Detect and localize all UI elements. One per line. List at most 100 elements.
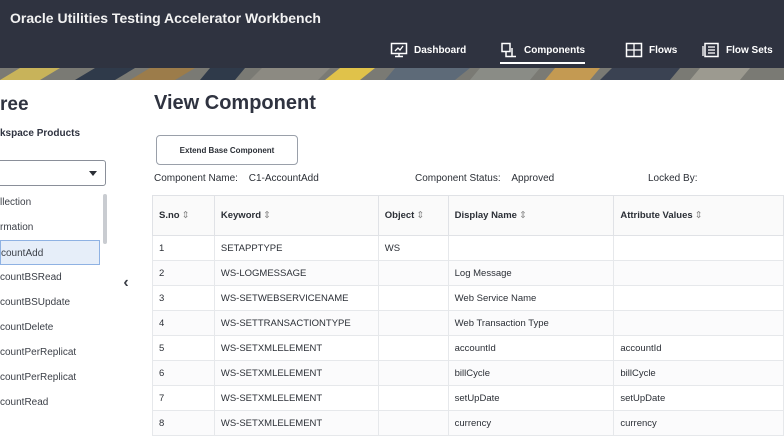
table-row[interactable]: 7 WS-SETXMLELEMENT setUpDate setUpDate [152, 385, 784, 411]
tree-item[interactable]: rmation [0, 215, 100, 240]
cell-attribute-values [613, 235, 784, 261]
tree-scrollbar[interactable] [103, 194, 107, 244]
sort-icon: ⇕ [181, 210, 190, 221]
cell-attribute-values: currency [613, 410, 784, 436]
app-title: Oracle Utilities Testing Accelerator Wor… [10, 10, 321, 26]
cell-object [377, 385, 449, 411]
component-name-field: Component Name: C1-AccountAdd [154, 173, 319, 184]
cell-sno: 5 [152, 335, 215, 361]
tree-list: llection rmation countAdd countBSRead co… [0, 190, 100, 415]
column-header-display-name[interactable]: Display Name ⇕ [447, 195, 615, 236]
table-row[interactable]: 3 WS-SETWEBSERVICENAME Web Service Name [152, 285, 784, 311]
component-name-value: C1-AccountAdd [248, 173, 319, 184]
table-row[interactable]: 2 WS-LOGMESSAGE Log Message [152, 260, 784, 286]
locked-by-field: Locked By: [648, 173, 697, 184]
component-status-value: Approved [511, 173, 555, 184]
column-header-keyword[interactable]: Keyword ⇕ [213, 195, 379, 236]
extend-base-component-button[interactable]: Extend Base Component [156, 135, 298, 165]
tree-item[interactable]: llection [0, 190, 100, 215]
nav-dashboard-label: Dashboard [414, 44, 467, 56]
component-steps-table: S.no ⇕ Keyword ⇕ Object ⇕ Display Name ⇕ Att… [152, 195, 784, 436]
cell-sno: 1 [152, 235, 215, 261]
cell-attribute-values [613, 285, 784, 311]
cell-sno: 2 [152, 260, 215, 286]
cell-keyword: WS-SETTRANSACTIONTYPE [213, 310, 379, 336]
cell-attribute-values: billCycle [613, 360, 784, 386]
dashboard-icon [390, 42, 408, 58]
tree-item[interactable]: countRead [0, 390, 100, 415]
collapse-panel-button[interactable]: ‹ [118, 273, 134, 293]
cell-keyword: WS-SETWEBSERVICENAME [213, 285, 379, 311]
tree-panel: ree kspace Products llection rmation cou… [0, 80, 112, 443]
tree-item[interactable]: countDelete [0, 315, 100, 340]
flows-icon [625, 42, 643, 58]
cell-keyword: WS-LOGMESSAGE [213, 260, 379, 286]
table-header-row: S.no ⇕ Keyword ⇕ Object ⇕ Display Name ⇕ Att… [152, 195, 784, 236]
cell-keyword: WS-SETXMLELEMENT [213, 360, 379, 386]
nav-flow-sets-label: Flow Sets [726, 44, 773, 56]
tree-item[interactable]: countPerReplicat [0, 340, 100, 365]
cell-display-name: accountId [447, 335, 615, 361]
component-status-field: Component Status: Approved [415, 173, 554, 184]
nav-components[interactable]: Components [500, 38, 586, 64]
cell-attribute-values: accountId [613, 335, 784, 361]
tree-item-selected[interactable]: countAdd [0, 240, 100, 265]
nav-flows-label: Flows [649, 44, 678, 56]
cell-sno: 6 [152, 360, 215, 386]
table-row[interactable]: 8 WS-SETXMLELEMENT currency currency [152, 410, 784, 436]
cell-attribute-values: setUpDate [613, 385, 784, 411]
tree-item[interactable]: countBSRead [0, 265, 100, 290]
table-row[interactable]: 1 SETAPPTYPE WS [152, 235, 784, 261]
component-status-label: Component Status: [415, 173, 501, 184]
table-row[interactable]: 6 WS-SETXMLELEMENT billCycle billCycle [152, 360, 784, 386]
table-row[interactable]: 4 WS-SETTRANSACTIONTYPE Web Transaction … [152, 310, 784, 336]
column-header-sno[interactable]: S.no ⇕ [152, 195, 215, 236]
cell-attribute-values [613, 260, 784, 286]
cell-display-name: setUpDate [447, 385, 615, 411]
cell-object [377, 335, 449, 361]
tree-subtitle: kspace Products [0, 128, 81, 139]
active-tab-indicator [500, 62, 586, 64]
table-row[interactable]: 5 WS-SETXMLELEMENT accountId accountId [152, 335, 784, 361]
cell-sno: 4 [152, 310, 215, 336]
cell-display-name: Web Service Name [447, 285, 615, 311]
tree-item[interactable]: countPerReplicat [0, 365, 100, 390]
cell-keyword: WS-SETXMLELEMENT [213, 335, 379, 361]
sort-icon: ⇕ [263, 210, 271, 221]
sort-icon: ⇕ [694, 210, 703, 221]
product-select[interactable] [0, 160, 106, 186]
cell-sno: 7 [152, 385, 215, 411]
tree-title: ree [0, 94, 29, 115]
nav-components-label: Components [524, 44, 586, 56]
locked-by-label: Locked By: [648, 173, 698, 184]
chevron-down-icon [89, 171, 97, 176]
components-icon [501, 42, 516, 58]
column-header-attribute-values[interactable]: Attribute Values ⇕ [613, 195, 784, 236]
cell-keyword: SETAPPTYPE [213, 235, 379, 261]
cell-keyword: WS-SETXMLELEMENT [213, 410, 379, 436]
cell-display-name [447, 235, 615, 261]
cell-object [377, 360, 449, 386]
nav-flow-sets[interactable]: Flow Sets [702, 38, 773, 62]
cell-object [377, 285, 449, 311]
cell-object [377, 260, 449, 286]
cell-keyword: WS-SETXMLELEMENT [213, 385, 379, 411]
cell-display-name: billCycle [447, 360, 615, 386]
nav-flows[interactable]: Flows [625, 38, 677, 62]
tree-item[interactable]: countBSUpdate [0, 290, 100, 315]
sort-icon: ⇕ [518, 210, 527, 221]
cell-object: WS [377, 235, 449, 261]
cell-attribute-values [613, 310, 784, 336]
column-header-object[interactable]: Object ⇕ [377, 195, 449, 236]
top-bar: Oracle Utilities Testing Accelerator Wor… [0, 0, 784, 68]
cell-sno: 8 [152, 410, 215, 436]
cell-display-name: currency [447, 410, 615, 436]
cell-display-name: Web Transaction Type [447, 310, 615, 336]
cell-sno: 3 [152, 285, 215, 311]
cell-object [377, 410, 449, 436]
nav-dashboard[interactable]: Dashboard [390, 38, 466, 62]
component-name-label: Component Name: [154, 173, 238, 184]
cell-display-name: Log Message [447, 260, 615, 286]
page-title: View Component [154, 92, 316, 114]
cell-object [377, 310, 449, 336]
